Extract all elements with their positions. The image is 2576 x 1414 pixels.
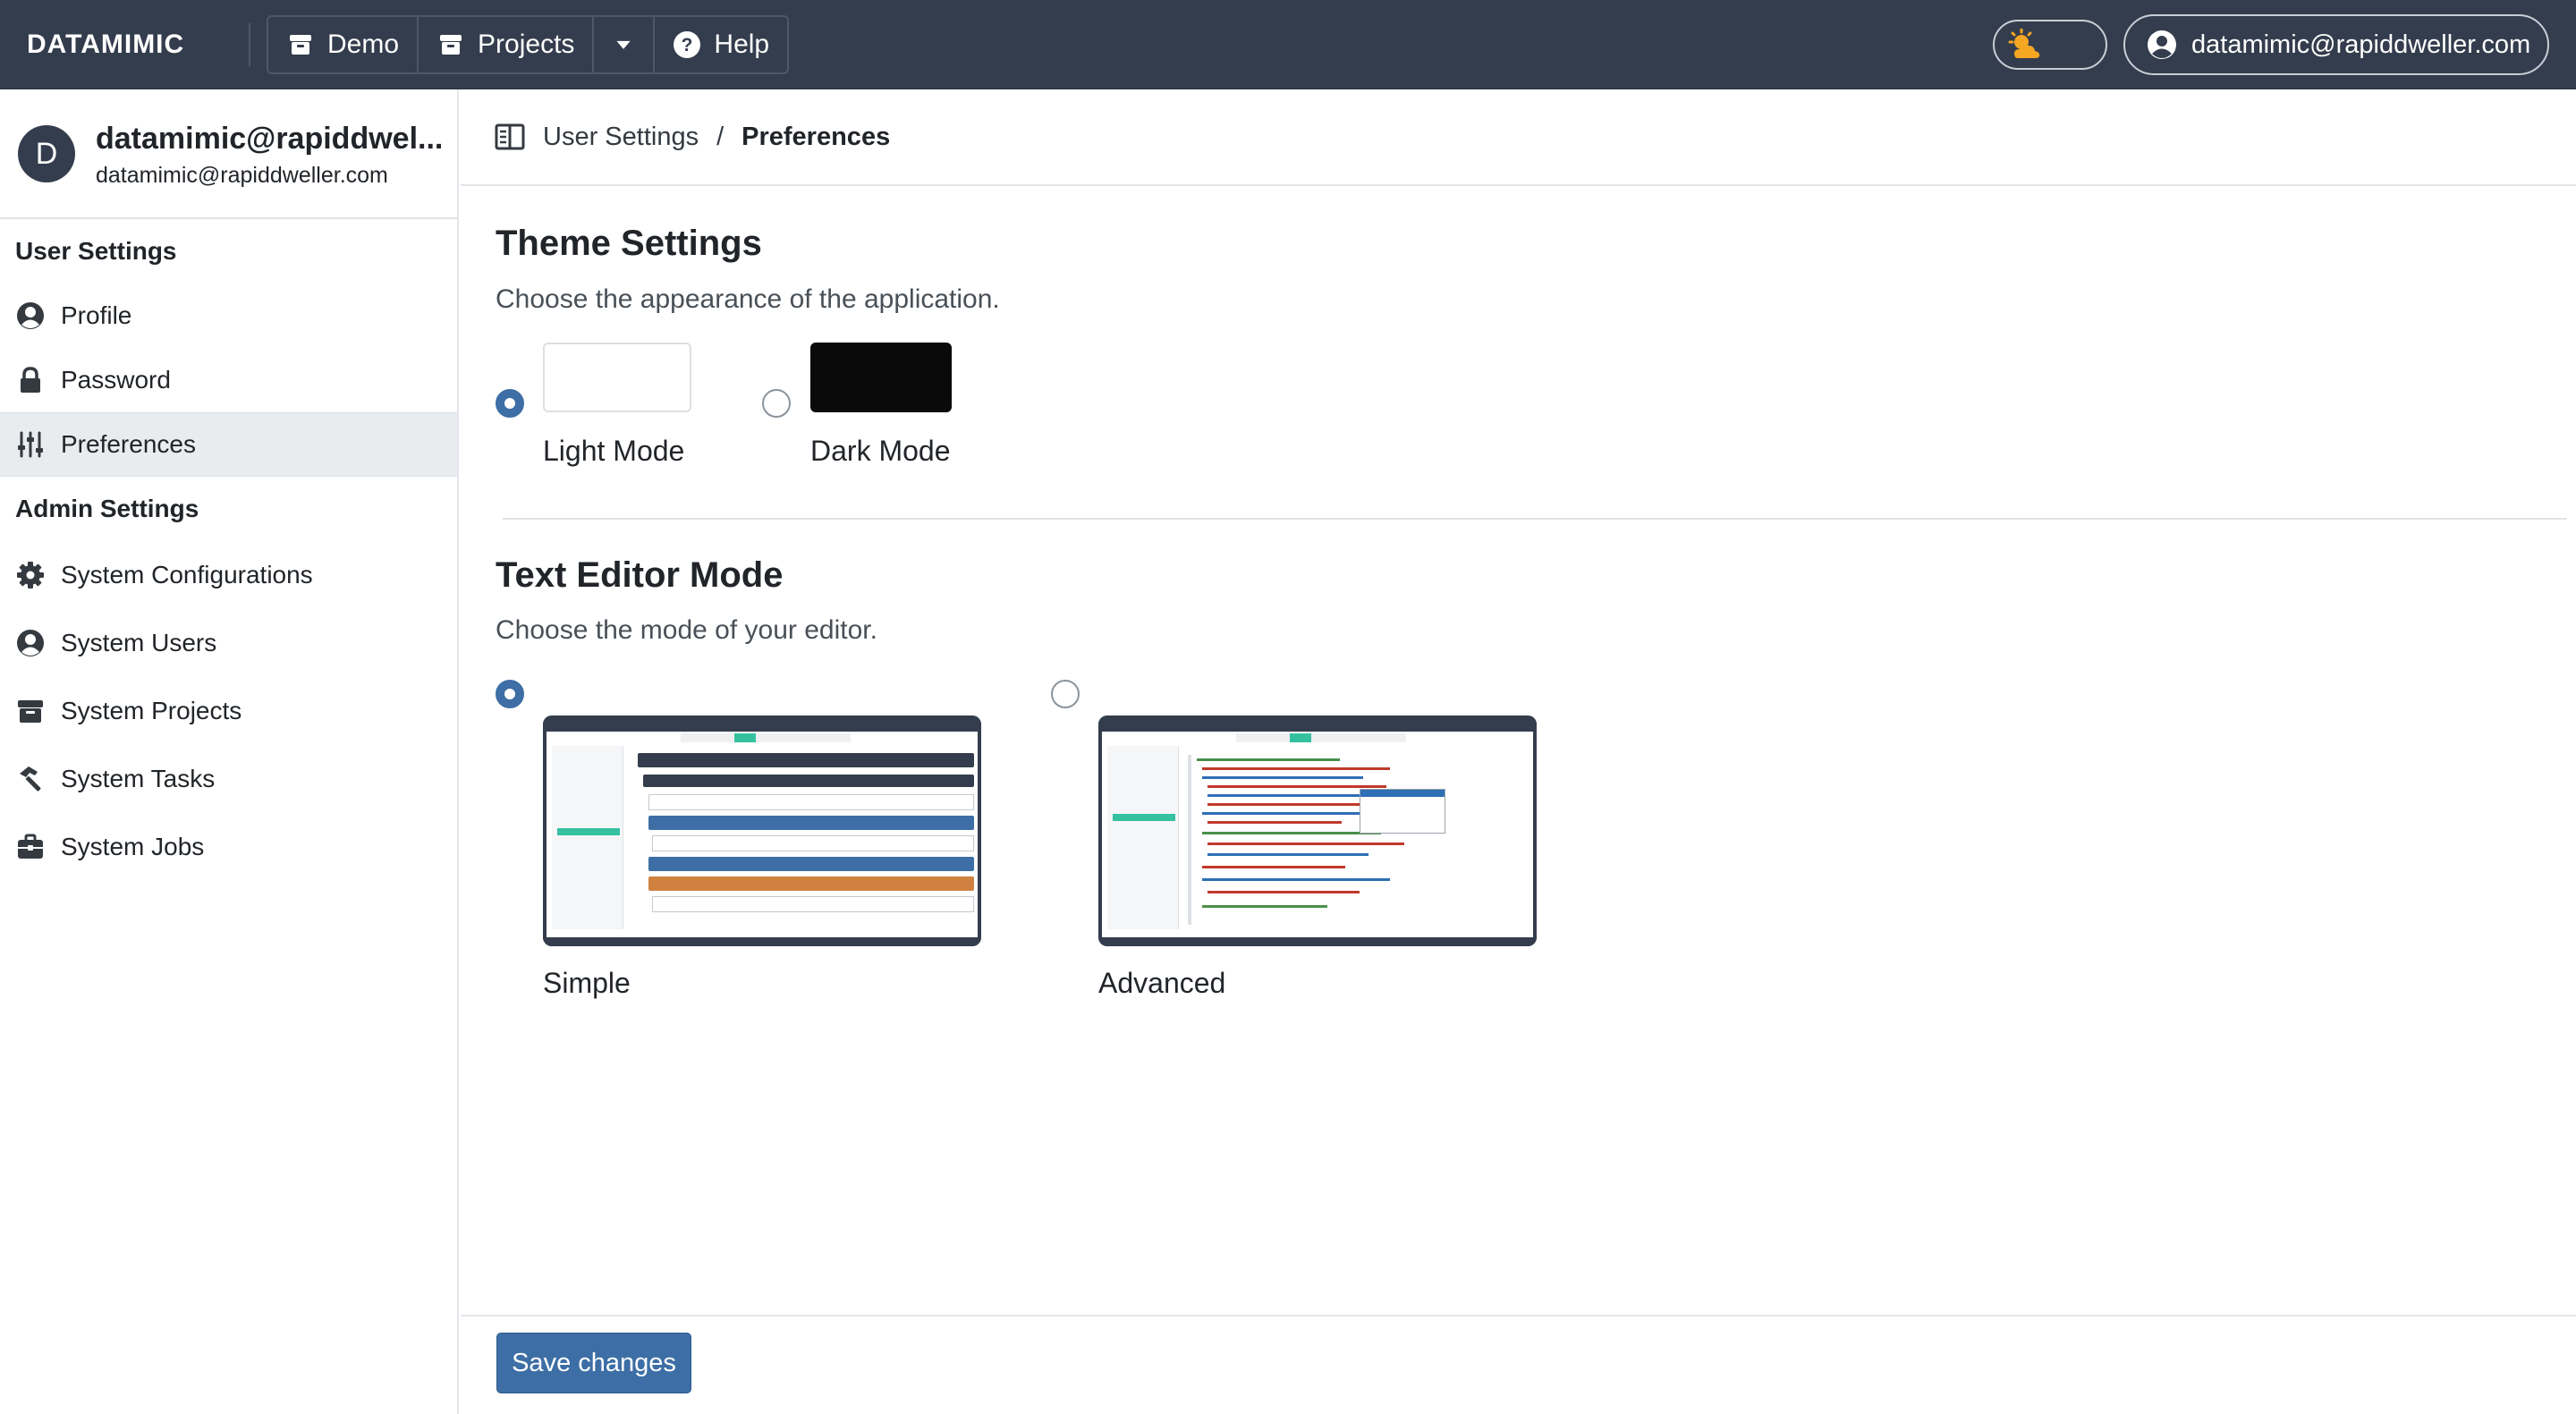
sun-cloud-icon: [2008, 29, 2040, 58]
light-mode-swatch[interactable]: [543, 343, 691, 412]
save-changes-button[interactable]: Save changes: [496, 1333, 691, 1393]
dark-mode-swatch[interactable]: [810, 343, 952, 412]
demo-button-label: Demo: [327, 30, 400, 59]
user-account-button[interactable]: datamimic@rapiddweller.com: [2123, 14, 2549, 75]
sidebar-item-label: System Projects: [61, 697, 242, 724]
light-mode-label: Light Mode: [543, 435, 685, 467]
help-button-label: Help: [714, 30, 770, 59]
dark-mode-radio[interactable]: [762, 389, 791, 418]
preview-body: [547, 732, 978, 937]
projects-button[interactable]: Projects: [419, 17, 595, 72]
advanced-mode-label: Advanced: [1098, 967, 1226, 999]
archive-icon: [18, 700, 43, 723]
question-circle-icon: ?: [674, 31, 701, 58]
preview-footer: [1098, 937, 1537, 946]
sidebar-item-label: Preferences: [61, 430, 196, 458]
preview-navbar: [543, 715, 981, 732]
breadcrumb-parent-link[interactable]: User Settings: [543, 123, 699, 152]
simple-mode-radio[interactable]: [496, 680, 524, 708]
preview-navbar: [1098, 715, 1537, 732]
admin-settings-heading: Admin Settings: [15, 495, 199, 522]
sidebar-item-system-jobs[interactable]: System Jobs: [0, 813, 457, 881]
form-footer: Save changes: [461, 1315, 2576, 1414]
profile-name: datamimic@rapiddwel...: [96, 122, 444, 156]
archive-icon: [290, 35, 311, 55]
profile-card: D datamimic@rapiddwel... datamimic@rapid…: [0, 89, 457, 219]
navbar-divider: [249, 23, 250, 66]
lock-icon: [21, 367, 40, 393]
sidebar-toggle-icon[interactable]: [495, 123, 525, 150]
sidebar-item-label: System Tasks: [61, 765, 216, 792]
hammer-icon: [20, 766, 41, 792]
breadcrumb-current: Preferences: [741, 122, 891, 151]
user-circle-icon: [2148, 30, 2176, 59]
help-button[interactable]: ? Help: [655, 17, 787, 72]
profile-email: datamimic@rapiddweller.com: [96, 163, 388, 188]
sliders-icon: [18, 431, 43, 458]
user-settings-heading: User Settings: [15, 237, 177, 265]
sidebar-item-profile[interactable]: Profile: [0, 284, 457, 348]
simple-mode-label: Simple: [543, 967, 631, 999]
user-circle-icon: [17, 302, 44, 329]
sidebar-item-label: System Jobs: [61, 833, 205, 860]
sidebar-item-system-projects[interactable]: System Projects: [0, 677, 457, 745]
editor-mode-description: Choose the mode of your editor.: [496, 615, 877, 645]
user-account-label: datamimic@rapiddweller.com: [2191, 30, 2531, 59]
demo-button[interactable]: Demo: [268, 17, 419, 72]
editor-mode-title: Text Editor Mode: [496, 555, 784, 595]
avatar: D: [18, 125, 75, 182]
advanced-mode-preview[interactable]: [1098, 715, 1537, 946]
breadcrumb: User Settings / Preferences: [461, 89, 2576, 186]
theme-settings-description: Choose the appearance of the application…: [496, 284, 1000, 314]
caret-down-icon: [616, 40, 631, 49]
simple-mode-preview[interactable]: [543, 715, 981, 946]
sidebar-item-password[interactable]: Password: [0, 348, 457, 412]
advanced-mode-radio[interactable]: [1051, 680, 1080, 708]
projects-dropdown-toggle[interactable]: [594, 17, 656, 72]
preview-footer: [543, 937, 981, 946]
sidebar-item-label: System Users: [61, 629, 217, 656]
sidebar-item-label: Profile: [61, 301, 132, 329]
section-divider: [503, 518, 2567, 520]
sidebar-item-system-tasks[interactable]: System Tasks: [0, 745, 457, 813]
gear-icon: [17, 562, 44, 588]
briefcase-icon: [18, 834, 43, 859]
breadcrumb-separator: /: [716, 122, 724, 151]
theme-settings-title: Theme Settings: [496, 224, 762, 263]
sidebar-item-label: System Configurations: [61, 561, 313, 588]
projects-button-label: Projects: [478, 30, 575, 59]
light-mode-radio[interactable]: [496, 389, 524, 418]
sidebar-item-preferences[interactable]: Preferences: [0, 412, 457, 477]
user-circle-icon: [17, 630, 44, 656]
archive-icon: [440, 35, 462, 55]
preview-body: [1102, 732, 1533, 937]
theme-toggle-switch[interactable]: [1993, 20, 2107, 70]
sidebar-item-system-configurations[interactable]: System Configurations: [0, 541, 457, 609]
navbar-button-group: Demo Projects ? Help: [267, 15, 790, 74]
sidebar-item-label: Password: [61, 366, 171, 394]
top-navbar: DATAMIMIC Demo Projects ? Help datamimic…: [0, 0, 2576, 89]
svg-text:?: ?: [682, 35, 693, 55]
dark-mode-label: Dark Mode: [810, 435, 951, 467]
sidebar: D datamimic@rapiddwel... datamimic@rapid…: [0, 89, 459, 1414]
brand-logo[interactable]: DATAMIMIC: [27, 0, 184, 89]
sidebar-item-system-users[interactable]: System Users: [0, 609, 457, 677]
